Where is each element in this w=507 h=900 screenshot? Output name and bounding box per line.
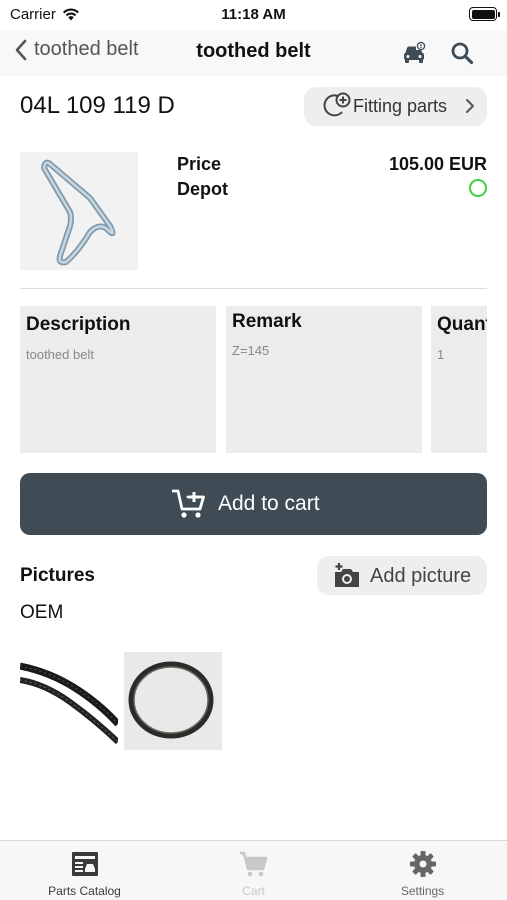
belt-photo-thumbnail[interactable]: [20, 652, 118, 750]
vehicle-button[interactable]: [399, 38, 429, 68]
toothed-belt-illustration: [41, 159, 116, 266]
chevron-left-icon: [15, 39, 27, 60]
add-cart-icon: [172, 489, 205, 518]
depot-label: Depot: [177, 179, 228, 199]
navigation-bar: toothed belt toothed belt: [0, 30, 507, 76]
fitting-parts-button[interactable]: Fitting parts: [304, 87, 487, 126]
back-button-label: toothed belt: [34, 38, 139, 60]
part-number: 04L 109 119 D: [20, 92, 175, 119]
pictures-heading: Pictures: [20, 565, 95, 586]
fitting-parts-label: Fitting parts: [353, 96, 448, 116]
add-picture-label: Add picture: [370, 565, 472, 587]
tab-parts-catalog-label: Parts Catalog: [48, 884, 121, 898]
description-card: Description toothed belt: [20, 306, 216, 453]
battery-icon: [469, 7, 500, 21]
tab-settings-label: Settings: [400, 884, 445, 898]
add-to-cart-button[interactable]: Add to cart: [20, 473, 487, 535]
back-button[interactable]: toothed belt: [14, 38, 139, 61]
remark-title: Remark: [232, 311, 302, 332]
fitting-parts-icon: [323, 92, 351, 117]
oem-label: OEM: [20, 602, 64, 623]
belt-photo-2: [128, 661, 214, 739]
chevron-right-icon: [466, 99, 474, 113]
product-image: [20, 152, 138, 270]
info-cards[interactable]: Description toothed belt Remark Z=145 Qu…: [20, 306, 487, 453]
car-icon: [404, 41, 426, 63]
tab-cart[interactable]: Cart: [169, 841, 338, 900]
tab-parts-catalog[interactable]: Parts Catalog: [0, 841, 169, 900]
search-button[interactable]: [447, 38, 477, 68]
description-title: Description: [26, 314, 131, 335]
gear-icon: [410, 851, 436, 877]
add-camera-icon: [335, 563, 359, 587]
cart-icon: [240, 851, 268, 877]
price-label: Price: [177, 154, 222, 174]
search-icon: [451, 42, 474, 65]
tab-bar: Parts Catalog Cart Settings: [0, 840, 507, 900]
status-bar: Carrier 11:18 AM: [0, 0, 507, 30]
quantity-title: Quantity: [437, 314, 487, 335]
tab-cart-label: Cart: [242, 884, 265, 898]
belt-photo-thumbnail[interactable]: [124, 652, 222, 750]
divider: [20, 288, 487, 289]
belt-photo-1: [20, 662, 118, 745]
quantity-card: Quantity 1: [431, 306, 487, 453]
description-value: toothed belt: [26, 347, 94, 362]
remark-card: Remark Z=145: [226, 306, 422, 453]
quantity-value: 1: [437, 347, 445, 362]
tab-settings[interactable]: Settings: [338, 841, 507, 900]
depot-status-indicator: [469, 179, 487, 197]
add-to-cart-label: Add to cart: [218, 492, 320, 515]
parts-catalog-icon: [72, 852, 98, 876]
status-time: 11:18 AM: [221, 6, 286, 23]
remark-value: Z=145: [232, 343, 270, 358]
price-value: 105.00 EUR: [388, 154, 487, 174]
add-picture-button[interactable]: Add picture: [317, 556, 487, 595]
